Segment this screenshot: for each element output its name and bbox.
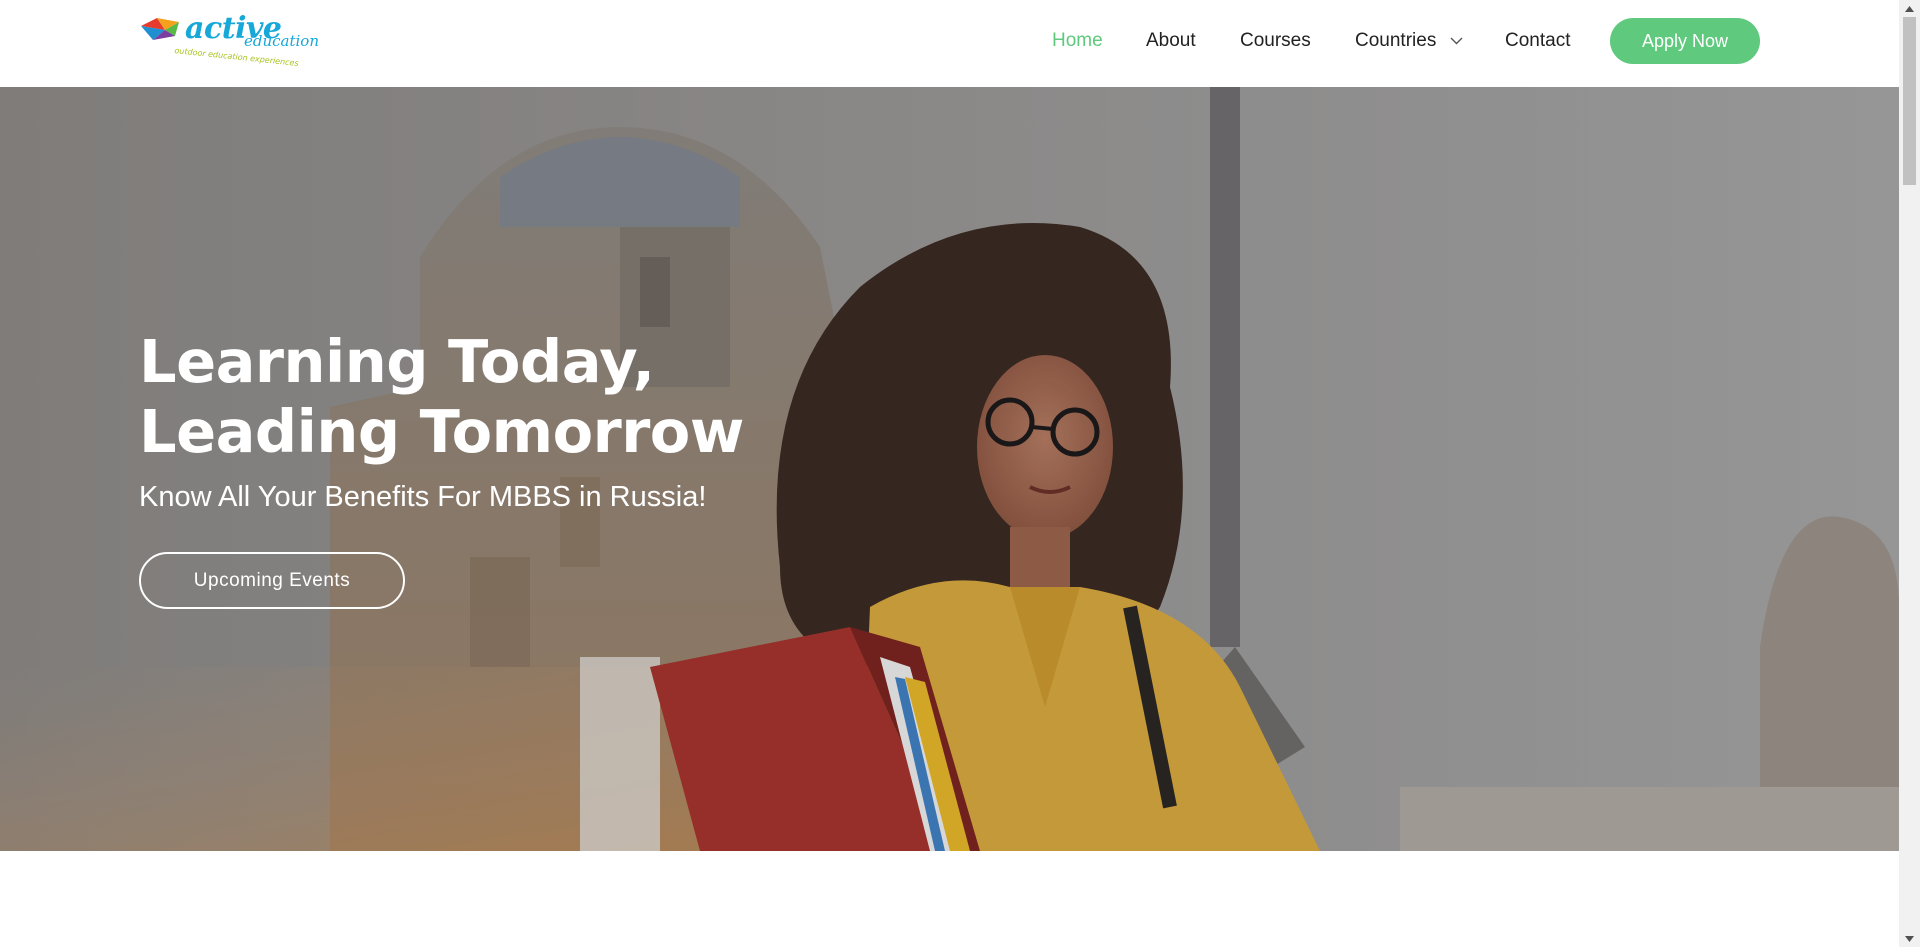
- chevron-down-icon: [1450, 37, 1463, 45]
- page-scrollbar[interactable]: [1899, 0, 1920, 947]
- upcoming-events-button[interactable]: Upcoming Events: [139, 552, 405, 609]
- site-header: active education outdoor education exper…: [0, 0, 1899, 87]
- hero-title: Learning Today, Leading Tomorrow: [139, 327, 899, 467]
- scroll-up-arrow-icon[interactable]: [1899, 0, 1920, 17]
- nav-item-contact[interactable]: Contact: [1505, 29, 1570, 53]
- apply-now-button[interactable]: Apply Now: [1610, 18, 1760, 64]
- nav-item-courses[interactable]: Courses: [1240, 29, 1311, 53]
- site-logo[interactable]: active education outdoor education exper…: [139, 12, 341, 68]
- logo-wordmark-sub: education: [244, 32, 319, 50]
- nav-item-countries[interactable]: Countries: [1355, 29, 1463, 53]
- scroll-down-arrow-icon[interactable]: [1899, 930, 1920, 947]
- scrollbar-thumb[interactable]: [1903, 17, 1916, 185]
- kite-logo-icon: [141, 18, 179, 40]
- nav-item-home[interactable]: Home: [1052, 29, 1103, 53]
- nav-item-about[interactable]: About: [1146, 29, 1196, 53]
- hero-section: Learning Today, Leading Tomorrow Know Al…: [0, 87, 1899, 851]
- nav-item-countries-label: Countries: [1355, 30, 1437, 51]
- hero-subtitle: Know All Your Benefits For MBBS in Russi…: [139, 481, 707, 513]
- hero-overlay: [0, 87, 1899, 851]
- hero-title-line-1: Learning Today,: [139, 327, 655, 396]
- hero-title-line-2: Leading Tomorrow: [139, 397, 744, 466]
